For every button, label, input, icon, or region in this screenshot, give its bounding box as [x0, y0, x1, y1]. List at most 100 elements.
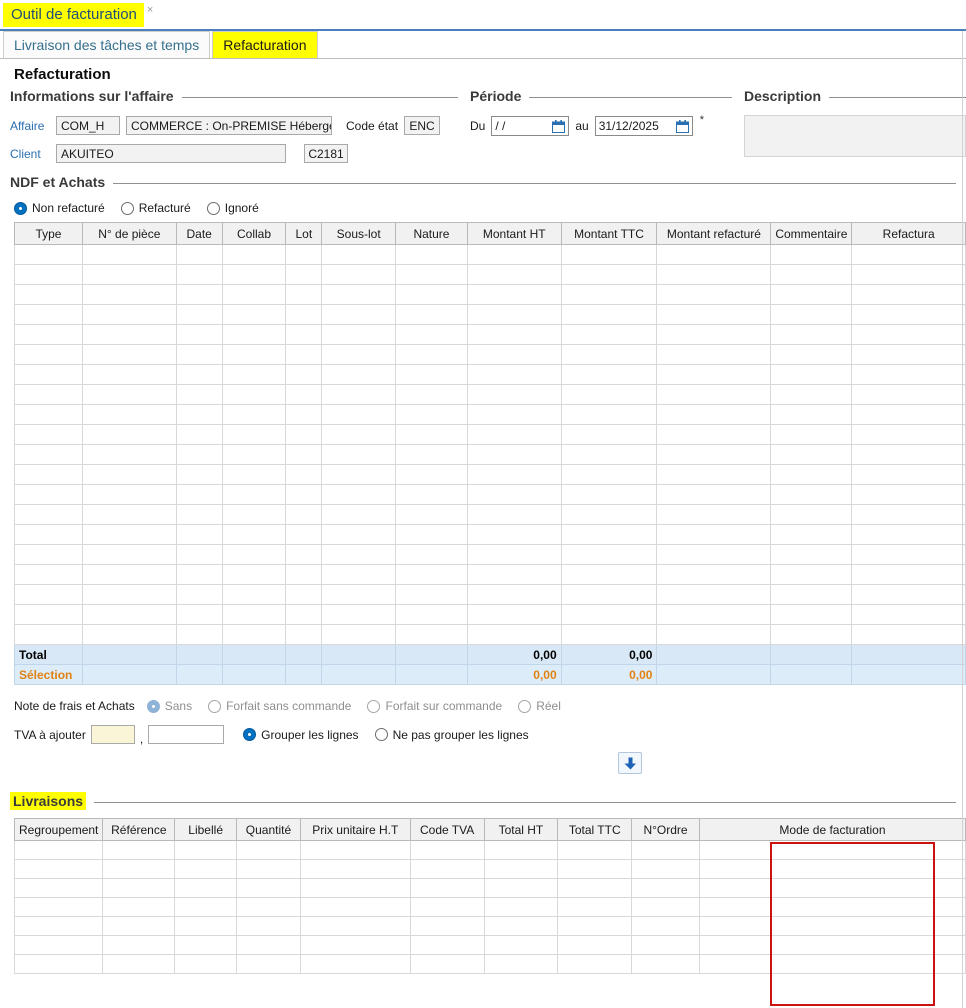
column-header-prix-unitaire-h-t[interactable]: Prix unitaire H.T [299, 818, 411, 841]
grouping-radios: Grouper les lignes Ne pas grouper les lig… [243, 728, 529, 742]
table-row[interactable] [13, 840, 966, 860]
table-cell [395, 244, 468, 265]
table-cell [483, 916, 559, 936]
column-header-commentaire[interactable]: Commentaire [770, 222, 853, 245]
date-au-field[interactable]: 31/12/2025 [594, 116, 693, 136]
tab-refacturation[interactable]: Refacturation [212, 31, 318, 58]
table-row[interactable] [14, 484, 966, 505]
radio-reel[interactable]: Réel [518, 699, 561, 713]
column-header-code-tva[interactable]: Code TVA [409, 818, 485, 841]
radio-refacture[interactable]: Refacturé [120, 201, 191, 215]
tva-decimal-input[interactable] [148, 725, 225, 744]
table-cell [409, 954, 485, 974]
column-header-quantite[interactable]: Quantité [236, 818, 301, 841]
table-cell [851, 244, 966, 265]
column-header-n-ordre[interactable]: N°Ordre [631, 818, 700, 841]
table-row[interactable] [14, 304, 966, 325]
tva-integer-input[interactable] [90, 725, 135, 744]
client-code-field[interactable]: C2181 [304, 144, 348, 163]
table-cell [656, 264, 772, 285]
radio-ne-pas-grouper-les-lignes[interactable]: Ne pas grouper les lignes [374, 728, 529, 742]
tab-close-icon[interactable]: × [147, 0, 153, 16]
radio-forfait-sans-commande[interactable]: Forfait sans commande [208, 699, 351, 713]
table-cell [321, 624, 397, 645]
description-field[interactable] [744, 115, 966, 157]
table-row[interactable] [14, 284, 966, 305]
column-header-lot[interactable]: Lot [285, 222, 323, 245]
table-cell [174, 859, 238, 879]
table-cell [81, 564, 177, 585]
table-cell [221, 284, 287, 305]
radio-sans[interactable]: Sans [146, 699, 192, 713]
table-row[interactable] [14, 504, 966, 525]
date-du-field[interactable]: / / [491, 116, 570, 136]
calendar-icon[interactable] [675, 119, 689, 133]
table-cell [14, 284, 83, 305]
column-header-total-ttc[interactable]: Total TTC [557, 818, 633, 841]
table-row[interactable] [14, 444, 966, 465]
table-row[interactable] [14, 424, 966, 445]
column-header-nature[interactable]: Nature [395, 222, 468, 245]
table-cell [770, 484, 853, 505]
table-cell [656, 424, 772, 445]
column-header-mode-de-facturation[interactable]: Mode de facturation [698, 818, 966, 841]
table-row[interactable] [13, 916, 966, 936]
table-cell [770, 444, 853, 465]
column-header-montant-ht[interactable]: Montant HT [466, 222, 562, 245]
table-row[interactable] [14, 264, 966, 285]
client-name-field[interactable]: AKUITEO [56, 144, 286, 163]
table-row[interactable] [13, 954, 966, 974]
column-header-refactura[interactable]: Refactura [851, 222, 966, 245]
table-cell [466, 504, 562, 525]
table-cell [851, 304, 966, 325]
table-row[interactable] [14, 544, 966, 565]
tab-livraison-des-taches-et-temps[interactable]: Livraison des tâches et temps [3, 31, 211, 58]
table-row[interactable] [14, 324, 966, 345]
column-header-date[interactable]: Date [175, 222, 223, 245]
table-row[interactable] [14, 344, 966, 365]
table-cell [395, 284, 468, 305]
required-asterisk: * [699, 114, 704, 126]
table-row[interactable] [14, 564, 966, 585]
code-etat-field[interactable]: ENC [404, 116, 441, 135]
table-row[interactable] [14, 524, 966, 545]
table-row[interactable] [13, 935, 966, 955]
column-header-sous-lot[interactable]: Sous-lot [321, 222, 397, 245]
transfer-down-button[interactable] [618, 752, 642, 774]
column-header-regroupement[interactable]: Regroupement [13, 818, 104, 841]
table-cell [466, 604, 562, 625]
table-row[interactable] [14, 404, 966, 425]
table-row[interactable] [14, 584, 966, 605]
radio-non-refacture[interactable]: Non refacturé [14, 201, 105, 215]
table-cell [656, 624, 772, 645]
column-header-total-ht[interactable]: Total HT [483, 818, 559, 841]
column-header-reference[interactable]: Référence [102, 818, 176, 841]
table-cell [770, 564, 853, 585]
table-cell [560, 584, 658, 605]
table-cell [395, 444, 468, 465]
column-header-libelle[interactable]: Libellé [174, 818, 238, 841]
radio-grouper-les-lignes[interactable]: Grouper les lignes [243, 728, 359, 742]
table-row[interactable] [13, 859, 966, 879]
column-header-montant-refacture[interactable]: Montant refacturé [656, 222, 772, 245]
window-tab-outil-de-facturation[interactable]: Outil de facturation [3, 2, 144, 27]
column-header-n-de-piece[interactable]: N° de pièce [81, 222, 177, 245]
table-row[interactable] [13, 897, 966, 917]
table-row[interactable] [14, 604, 966, 625]
calendar-icon[interactable] [552, 119, 566, 133]
table-row[interactable] [14, 364, 966, 385]
table-cell [395, 464, 468, 485]
table-row[interactable] [13, 878, 966, 898]
selection-row-cell-8: 0,00 [560, 664, 658, 685]
table-row[interactable] [14, 624, 966, 645]
column-header-type[interactable]: Type [14, 222, 83, 245]
table-row[interactable] [14, 244, 966, 265]
affaire-name-field[interactable]: COMMERCE : On-PREMISE Hébergé [126, 116, 332, 135]
radio-ignore[interactable]: Ignoré [206, 201, 259, 215]
column-header-collab[interactable]: Collab [221, 222, 287, 245]
table-row[interactable] [14, 384, 966, 405]
column-header-montant-ttc[interactable]: Montant TTC [560, 222, 658, 245]
table-row[interactable] [14, 464, 966, 485]
radio-forfait-sur-commande[interactable]: Forfait sur commande [367, 699, 502, 713]
affaire-code-field[interactable]: COM_H [56, 116, 120, 135]
